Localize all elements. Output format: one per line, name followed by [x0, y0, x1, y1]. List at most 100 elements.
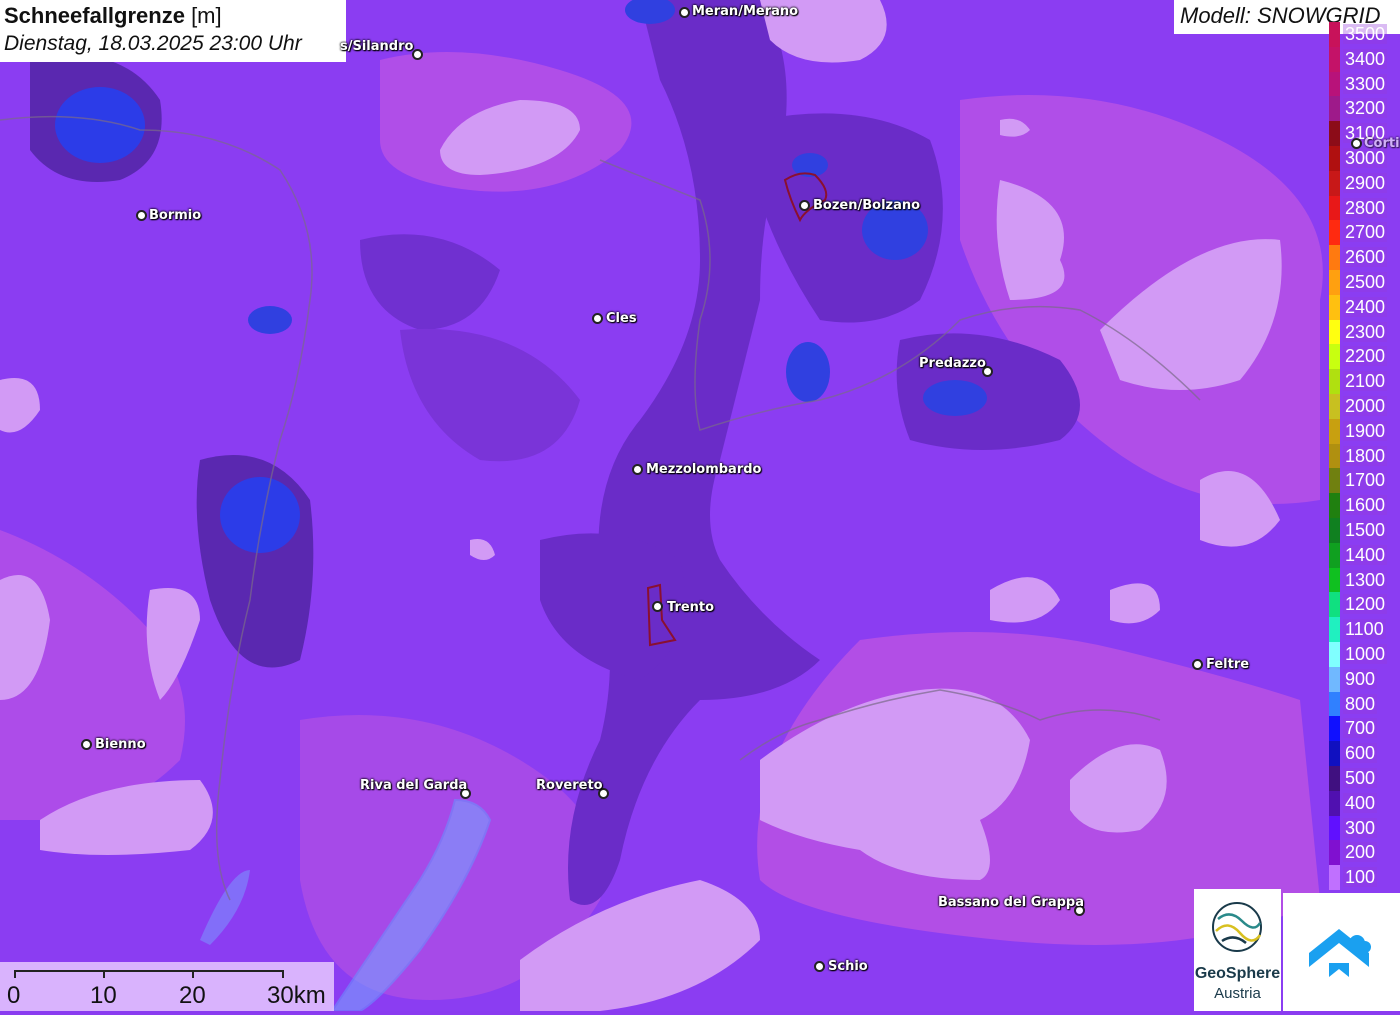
legend-entry: 1200 [1326, 592, 1400, 618]
legend-label: 100 [1343, 867, 1378, 888]
legend-entry: 1700 [1326, 468, 1400, 494]
legend-swatch [1329, 96, 1340, 122]
legend-label: 3200 [1343, 98, 1388, 119]
city-label-bienno: Bienno [95, 737, 146, 752]
legend-label: 2500 [1343, 272, 1388, 292]
legend-label: 1300 [1343, 569, 1388, 590]
city-marker [814, 961, 825, 972]
legend-swatch [1329, 666, 1340, 692]
map-title-box: Schneefallgrenze [m] Dienstag, 18.03.202… [0, 0, 346, 62]
legend-swatch [1329, 46, 1340, 72]
city-label-riva: Riva del Garda [360, 778, 468, 793]
legend-label: 1400 [1343, 544, 1388, 565]
legend-entry: 900 [1326, 666, 1400, 692]
city-marker [136, 210, 147, 221]
legend-entry: 2800 [1326, 195, 1400, 221]
legend-label: 1100 [1343, 619, 1386, 640]
legend-label: 2300 [1343, 321, 1388, 342]
legend-entry: 2000 [1326, 394, 1400, 419]
legend-swatch [1329, 617, 1340, 642]
geosphere-country: Austria [1214, 985, 1261, 1002]
legend-swatch [1329, 642, 1340, 667]
map-title: Schneefallgrenze [m] [4, 3, 222, 28]
city-marker [799, 200, 810, 211]
legend-swatch [1329, 220, 1340, 246]
legend-entry: 2600 [1326, 245, 1400, 270]
legend-label: 1000 [1343, 644, 1388, 664]
legend-entry: 2300 [1326, 319, 1400, 345]
legend-entry: 3400 [1326, 46, 1400, 72]
legend-swatch [1329, 790, 1340, 816]
city-marker [632, 464, 643, 475]
city-label-mezzolombardo: Mezzolombardo [646, 462, 762, 477]
legend-entry: 1300 [1326, 567, 1400, 593]
legend-label: 3400 [1343, 48, 1388, 69]
legend-swatch [1329, 121, 1340, 146]
legend-entry: 1000 [1326, 642, 1400, 667]
legend-swatch [1329, 592, 1340, 618]
scale-tick [192, 970, 194, 978]
legend-swatch [1329, 493, 1340, 518]
legend-label: 300 [1343, 817, 1378, 838]
legend-entry: 3500 [1326, 22, 1400, 47]
scale-line [14, 970, 284, 972]
legend-entry: 2900 [1326, 170, 1400, 196]
legend-swatch [1329, 71, 1340, 97]
legend-label: 2400 [1343, 296, 1388, 317]
legend-label: 2700 [1343, 222, 1388, 243]
legend-label: 700 [1343, 718, 1378, 739]
snowgrid-logo[interactable] [1283, 893, 1400, 1011]
legend-entry: 1800 [1326, 443, 1400, 469]
legend-entry: 300 [1326, 815, 1400, 841]
city-marker [652, 601, 663, 612]
legend-label: 800 [1343, 693, 1378, 714]
legend-entry: 100 [1326, 865, 1400, 890]
city-marker [679, 7, 690, 18]
legend-label: 2200 [1343, 346, 1388, 367]
legend-swatch [1329, 394, 1340, 419]
legend-label: 400 [1343, 792, 1378, 813]
color-legend: 3500 3400 3300 3200 3100 3000 2900 2800 2700 2600… [1326, 22, 1400, 890]
city-marker [1351, 138, 1362, 149]
legend-swatch [1329, 294, 1340, 320]
legend-label: 2800 [1343, 197, 1388, 218]
legend-swatch [1329, 369, 1340, 394]
city-label-cles: Cles [606, 311, 637, 326]
city-label-bassano: Bassano del Grappa [938, 895, 1084, 910]
legend-entry: 200 [1326, 840, 1400, 866]
scale-label: 0 [7, 982, 21, 1009]
city-label-bormio: Bormio [149, 208, 202, 223]
legend-label: 1500 [1343, 520, 1388, 540]
legend-label: 2600 [1343, 247, 1388, 268]
legend-label: 1800 [1343, 445, 1388, 466]
legend-entry: 3300 [1326, 71, 1400, 97]
scale-tick [103, 970, 105, 978]
legend-label: 500 [1343, 768, 1378, 788]
legend-entry: 3200 [1326, 96, 1400, 122]
legend-label: 600 [1343, 743, 1378, 764]
legend-swatch [1329, 741, 1340, 766]
snowline-map[interactable] [0, 0, 1400, 1011]
legend-entry: 500 [1326, 766, 1400, 791]
legend-swatch [1329, 766, 1340, 791]
legend-label: 2900 [1343, 172, 1388, 193]
legend-entry: 1500 [1326, 518, 1400, 543]
legend-entry: 1400 [1326, 542, 1400, 568]
city-label-trento: Trento [667, 600, 715, 615]
legend-label: 2100 [1343, 371, 1388, 392]
geosphere-logo[interactable]: GeoSphere Austria [1194, 889, 1281, 1011]
scale-tick [14, 970, 16, 978]
legend-entry: 2100 [1326, 369, 1400, 394]
city-label-meran: Meran/Merano [692, 4, 799, 19]
legend-entry: 700 [1326, 716, 1400, 742]
legend-entry: 600 [1326, 741, 1400, 766]
legend-entry: 2500 [1326, 270, 1400, 295]
legend-swatch [1329, 22, 1340, 47]
city-marker [592, 313, 603, 324]
legend-swatch [1329, 270, 1340, 295]
scale-label: 20 [179, 982, 206, 1009]
city-marker [81, 739, 92, 750]
city-marker [1192, 659, 1203, 670]
legend-entry: 800 [1326, 691, 1400, 717]
city-label-rovereto: Rovereto [536, 778, 603, 793]
